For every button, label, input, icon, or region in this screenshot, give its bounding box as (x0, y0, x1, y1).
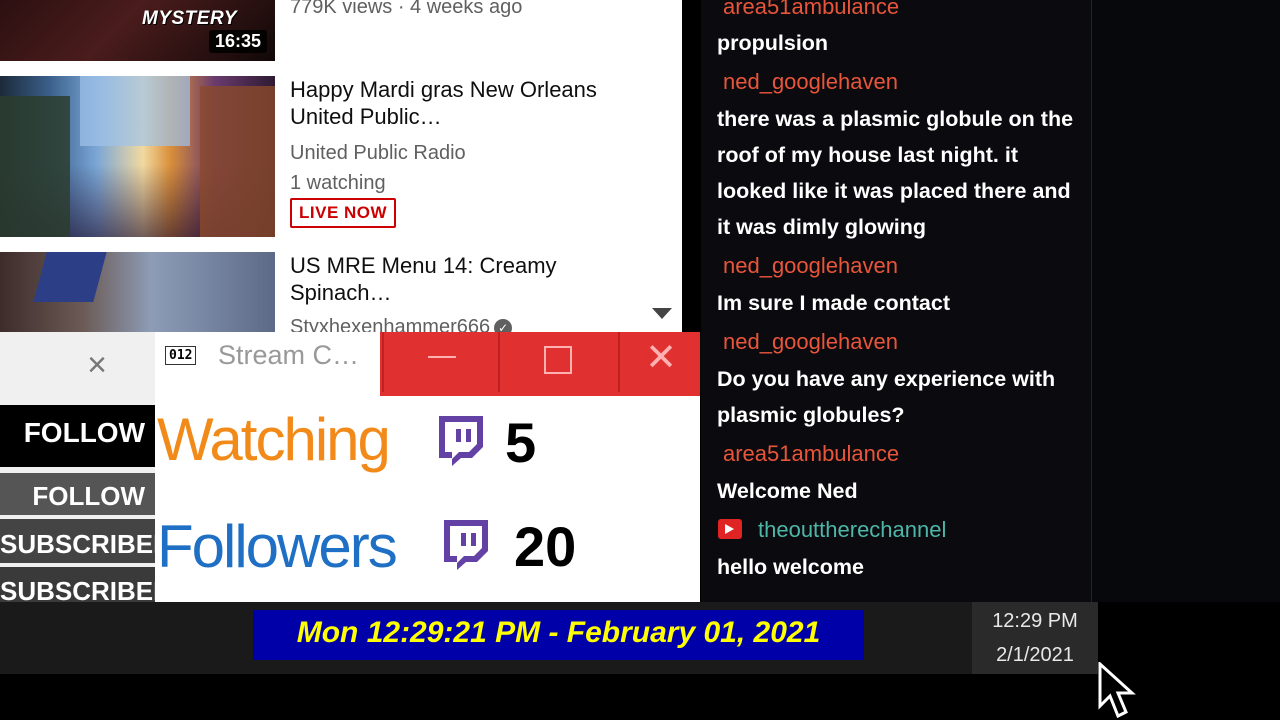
live-now-badge: LIVE NOW (290, 198, 397, 228)
follow-alert: FOLLOW (0, 473, 155, 515)
video-3-title[interactable]: US MRE Menu 14: Creamy Spinach… (290, 252, 660, 306)
minimize-icon (428, 356, 456, 358)
chat-message: Welcome Ned (717, 479, 858, 503)
video-duration: 16:35 (208, 30, 267, 53)
chat-username[interactable]: ned_googlehaven (723, 69, 898, 95)
minimize-button[interactable] (382, 332, 499, 392)
watching-value: 5 (505, 411, 537, 474)
followers-value: 20 (514, 515, 577, 578)
chat-message: there was a plasmic globule on the roof … (717, 107, 1074, 239)
chat-message: Do you have any experience with plasmic … (717, 367, 1056, 427)
video-2-watching: 1 watching (290, 172, 386, 194)
watching-label: Watching (157, 406, 391, 473)
desktop-background (1092, 0, 1280, 602)
chat-username[interactable]: ned_googlehaven (723, 329, 898, 355)
chat-message: propulsion (717, 31, 829, 55)
date-banner-text: Mon 12:29:21 PM - February 01, 2021 (296, 616, 821, 649)
verified-icon: ✓ (494, 318, 513, 332)
camera-icon (718, 519, 742, 539)
tray-time: 12:29 PM (992, 610, 1078, 632)
chat-username[interactable]: area51ambulance (723, 0, 899, 20)
video-thumbnail-2[interactable] (0, 76, 275, 237)
counter-app-icon: 012 (165, 346, 197, 365)
video-2-title[interactable]: Happy Mardi gras New Orleans United Publ… (290, 76, 660, 130)
close-button[interactable]: ✕ (618, 332, 702, 392)
maximize-icon (544, 346, 572, 374)
youtube-recommendations-panel: MYSTERY 16:35 779K views · 4 weeks ago H… (0, 0, 682, 332)
thumbnail-text: MYSTERY (142, 8, 238, 29)
subscriber-alert: SUBSCRIBER (0, 519, 172, 563)
twitch-icon (444, 520, 488, 570)
chat-username[interactable]: ned_googlehaven (723, 253, 898, 279)
maximize-button[interactable] (498, 332, 615, 392)
followers-label: Followers (157, 513, 398, 580)
video-thumbnail-3[interactable] (0, 252, 275, 332)
video-2-channel[interactable]: United Public Radio (290, 142, 466, 165)
follow-alert: FOLLOW (0, 405, 155, 467)
close-icon[interactable]: × (82, 348, 112, 382)
chat-username[interactable]: area51ambulance (723, 441, 899, 467)
video-thumbnail-1[interactable]: MYSTERY 16:35 (0, 0, 275, 61)
scroll-down-icon[interactable] (652, 308, 672, 319)
tray-date: 2/1/2021 (996, 644, 1074, 666)
mouse-cursor-icon (1098, 662, 1136, 719)
chat-message: Im sure I made contact (717, 291, 950, 315)
video-3-channel-row: Styxhexenhammer666 ✓ (290, 316, 513, 332)
window-title: Stream C… (218, 340, 360, 370)
close-icon: ✕ (645, 337, 677, 379)
video-1-meta: 779K views · 4 weeks ago (290, 0, 523, 18)
screen-bottom (0, 674, 1280, 720)
chat-message: hello welcome (717, 555, 864, 579)
twitch-icon (439, 416, 483, 466)
chat-username[interactable]: theouttherechannel (758, 517, 946, 543)
video-3-channel[interactable]: Styxhexenhammer666 (290, 316, 490, 332)
subscriber-alert: SUBSCRIBER (0, 567, 155, 602)
